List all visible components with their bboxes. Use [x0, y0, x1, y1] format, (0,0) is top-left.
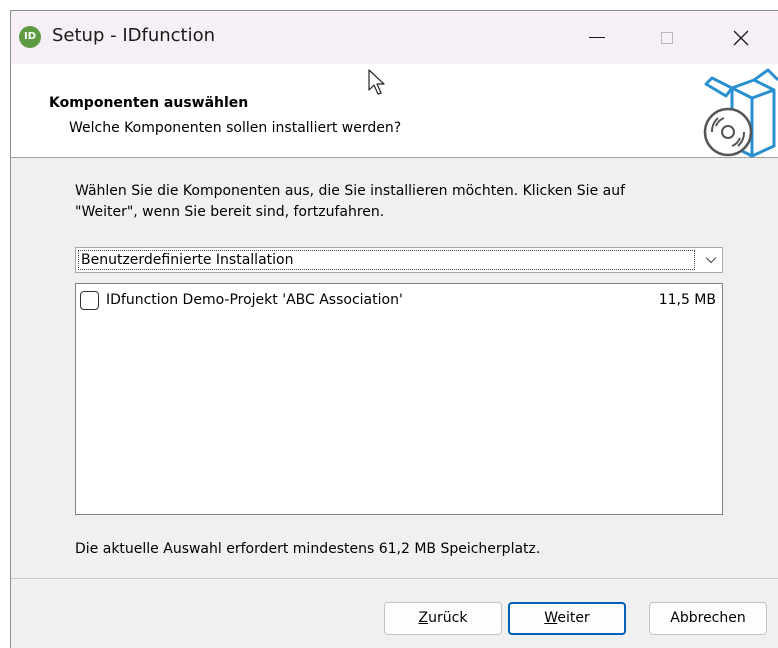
window-title: Setup - IDfunction — [52, 25, 216, 46]
component-size: 11,5 MB — [658, 292, 716, 308]
back-button[interactable]: Zurück — [384, 602, 502, 635]
app-icon: ID — [19, 26, 41, 48]
mouse-cursor-icon — [368, 69, 385, 95]
page-subtitle: Welche Komponenten sollen installiert we… — [69, 120, 402, 136]
next-label: eiter — [557, 610, 590, 626]
disk-space-requirement: Die aktuelle Auswahl erfordert mindesten… — [75, 541, 541, 557]
maximize-button[interactable] — [637, 11, 697, 64]
title-bar[interactable]: ID Setup - IDfunction — [11, 11, 778, 64]
minimize-button[interactable] — [567, 11, 627, 64]
minimize-icon — [589, 37, 605, 38]
back-accelerator: Z — [418, 610, 429, 626]
install-type-dropdown[interactable]: Benutzerdefinierte Installation — [75, 247, 723, 273]
instruction-line-2: "Weiter", wenn Sie bereit sind, fortzufa… — [75, 204, 385, 220]
components-list[interactable]: IDfunction Demo-Projekt 'ABC Association… — [75, 283, 723, 515]
close-button[interactable] — [711, 11, 771, 64]
cancel-button[interactable]: Abbrechen — [649, 602, 767, 635]
instruction-line-1: Wählen Sie die Komponenten aus, die Sie … — [75, 183, 626, 199]
back-label: urück — [428, 610, 468, 626]
component-checkbox[interactable] — [80, 291, 99, 310]
instruction-text: Wählen Sie die Komponenten aus, die Sie … — [75, 181, 735, 223]
setup-window: ID Setup - IDfunction Komponenten auswäh… — [10, 10, 778, 648]
maximize-icon — [661, 31, 673, 44]
list-item[interactable]: IDfunction Demo-Projekt 'ABC Association… — [80, 290, 718, 312]
page-title: Komponenten auswählen — [49, 95, 249, 111]
component-label: IDfunction Demo-Projekt 'ABC Association… — [106, 292, 403, 308]
wizard-header: Komponenten auswählen Welche Komponenten… — [11, 64, 778, 158]
close-icon — [733, 30, 749, 45]
dropdown-toggle[interactable] — [700, 248, 722, 272]
next-accelerator: W — [544, 610, 558, 626]
install-type-selected: Benutzerdefinierte Installation — [78, 250, 695, 270]
install-box-icon — [703, 68, 778, 158]
footer-divider — [11, 578, 778, 579]
chevron-down-icon — [705, 257, 717, 264]
next-button[interactable]: Weiter — [508, 602, 626, 635]
